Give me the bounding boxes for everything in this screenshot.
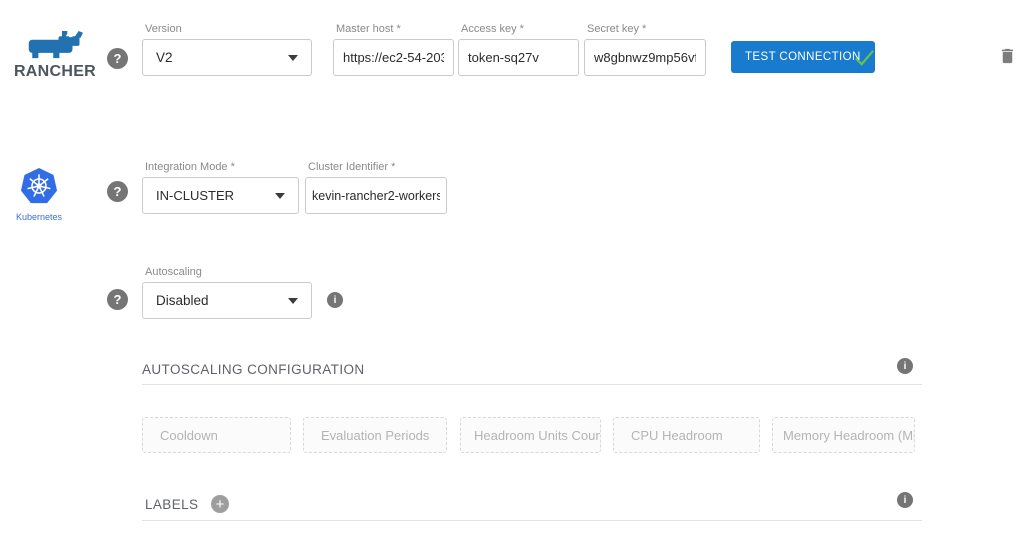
master-host-input[interactable] xyxy=(333,39,454,76)
autoscaling-info-icon[interactable]: i xyxy=(327,292,343,308)
section-divider xyxy=(142,520,922,521)
cluster-identifier-label: Cluster Identifier * xyxy=(308,161,395,173)
rancher-logo: RANCHER xyxy=(8,30,102,81)
version-value: V2 xyxy=(156,50,173,65)
autoscaling-value: Disabled xyxy=(156,293,209,308)
labels-info-icon[interactable]: i xyxy=(897,492,913,508)
add-label-button[interactable]: + xyxy=(211,495,229,513)
cooldown-field-disabled: Cooldown xyxy=(142,417,291,453)
secret-key-input[interactable] xyxy=(584,39,706,76)
cluster-identifier-field: Cluster Identifier * xyxy=(305,177,447,214)
rancher-bull-icon xyxy=(27,30,83,60)
evaluation-periods-field-disabled: Evaluation Periods xyxy=(303,417,447,453)
access-key-label: Access key * xyxy=(461,23,524,35)
autoscaling-configuration-info-icon[interactable]: i xyxy=(897,358,913,374)
integration-mode-select[interactable]: Integration Mode * IN-CLUSTER xyxy=(142,177,299,214)
autoscaling-help-icon[interactable]: ? xyxy=(107,289,128,310)
chevron-down-icon xyxy=(288,298,298,304)
kubernetes-help-icon[interactable]: ? xyxy=(107,181,128,202)
section-divider xyxy=(142,384,922,385)
kubernetes-logo-text: Kubernetes xyxy=(14,212,64,222)
rancher-logo-text: RANCHER xyxy=(8,63,102,81)
secret-key-field: Secret key * xyxy=(584,39,706,76)
labels-header: LABELS xyxy=(145,497,198,512)
integration-mode-label: Integration Mode * xyxy=(145,161,235,173)
secret-key-label: Secret key * xyxy=(587,23,646,35)
cluster-identifier-input[interactable] xyxy=(305,177,447,214)
autoscaling-label: Autoscaling xyxy=(145,266,202,278)
master-host-field: Master host * xyxy=(333,39,454,76)
cpu-headroom-field-disabled: CPU Headroom xyxy=(613,417,760,453)
master-host-label: Master host * xyxy=(336,23,401,35)
chevron-down-icon xyxy=(288,55,298,61)
kubernetes-wheel-icon xyxy=(19,167,59,206)
connection-success-check-icon xyxy=(853,46,876,69)
autoscaling-configuration-header: AUTOSCALING CONFIGURATION xyxy=(142,362,365,377)
memory-headroom-field-disabled: Memory Headroom (MiB) xyxy=(772,417,915,453)
kubernetes-logo: Kubernetes xyxy=(14,167,64,222)
access-key-field: Access key * xyxy=(458,39,579,76)
access-key-input[interactable] xyxy=(458,39,579,76)
version-select[interactable]: Version V2 xyxy=(142,39,312,76)
chevron-down-icon xyxy=(275,193,285,199)
delete-trash-icon[interactable] xyxy=(998,45,1017,67)
autoscaling-select[interactable]: Autoscaling Disabled xyxy=(142,282,312,319)
headroom-units-count-field-disabled: Headroom Units Count xyxy=(460,417,601,453)
integration-mode-value: IN-CLUSTER xyxy=(156,188,234,203)
version-label: Version xyxy=(145,23,182,35)
rancher-help-icon[interactable]: ? xyxy=(107,48,128,69)
